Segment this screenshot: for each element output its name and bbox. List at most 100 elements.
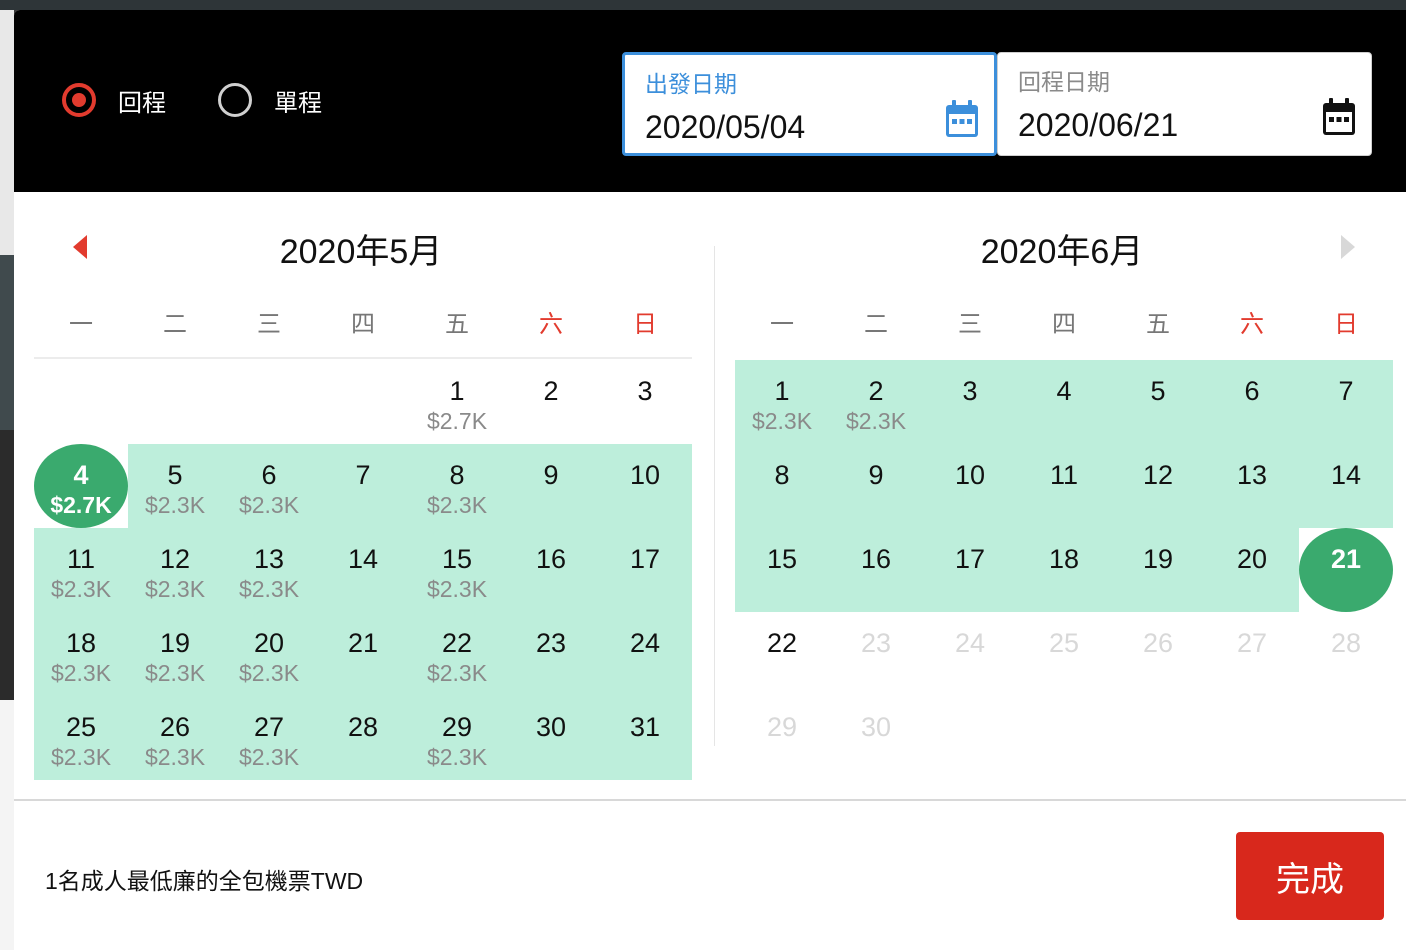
calendar-day[interactable]: 29 $2.3K <box>410 696 504 780</box>
month-divider <box>714 246 715 746</box>
calendar-icon[interactable] <box>1321 97 1357 137</box>
day-number: 16 <box>535 544 567 574</box>
calendar-day: 25 <box>1017 612 1111 696</box>
calendar-day[interactable]: 12 $2.3K <box>128 528 222 612</box>
calendar-day[interactable]: 7 <box>316 444 410 528</box>
one-way-radio[interactable]: 單程 <box>218 80 322 120</box>
calendar-day[interactable]: 10 <box>598 444 692 528</box>
calendar-day[interactable]: 21 <box>1299 528 1393 612</box>
calendar-day[interactable]: 2 $2.3K <box>829 360 923 444</box>
calendar-day[interactable]: 10 <box>923 444 1017 528</box>
day-price: $2.3K <box>144 492 206 518</box>
day-price: $2.3K <box>751 408 813 434</box>
calendar-day[interactable]: 25 $2.3K <box>34 696 128 780</box>
day-number: 4 <box>73 460 89 490</box>
calendar-day[interactable]: 4 $2.7K <box>34 444 128 528</box>
calendar-day[interactable]: 5 $2.3K <box>128 444 222 528</box>
next-month-arrow-icon[interactable] <box>1332 232 1362 262</box>
day-number: 6 <box>1244 376 1260 406</box>
day-number: 1 <box>449 376 465 406</box>
day-number: 18 <box>65 628 97 658</box>
day-number: 29 <box>441 712 473 742</box>
departure-date-label: 出發日期 <box>645 71 737 97</box>
date-picker-modal: 回程 單程 出發日期 2020/05/04 回程日期 2020/06/21 20… <box>14 10 1406 950</box>
calendar-day[interactable]: 3 <box>598 360 692 444</box>
calendar-day[interactable]: 17 <box>923 528 1017 612</box>
weekday-divider <box>34 357 692 359</box>
day-number: 5 <box>167 460 183 490</box>
day-price: $2.3K <box>426 660 488 686</box>
calendar-day[interactable]: 12 <box>1111 444 1205 528</box>
calendar-icon[interactable] <box>944 99 980 139</box>
departure-date-field[interactable]: 出發日期 2020/05/04 <box>622 52 997 156</box>
calendar-day[interactable]: 17 <box>598 528 692 612</box>
day-number: 27 <box>253 712 285 742</box>
calendar-day[interactable]: 9 <box>829 444 923 528</box>
calendar-day[interactable]: 24 <box>598 612 692 696</box>
day-number: 6 <box>261 460 277 490</box>
day-number: 26 <box>159 712 191 742</box>
day-number: 1 <box>774 376 790 406</box>
calendar-day[interactable]: 20 <box>1205 528 1299 612</box>
weekday-label: 四 <box>1052 311 1076 338</box>
calendar-day[interactable]: 30 <box>504 696 598 780</box>
day-number: 14 <box>347 544 379 574</box>
calendar-day[interactable]: 4 <box>1017 360 1111 444</box>
return-date-field[interactable]: 回程日期 2020/06/21 <box>997 52 1372 156</box>
calendar-day[interactable]: 22 $2.3K <box>410 612 504 696</box>
day-number: 26 <box>1142 628 1174 658</box>
calendar-day[interactable]: 5 <box>1111 360 1205 444</box>
calendar-day[interactable]: 11 $2.3K <box>34 528 128 612</box>
calendar-day[interactable]: 19 <box>1111 528 1205 612</box>
calendar-day[interactable]: 14 <box>316 528 410 612</box>
radio-checked-icon <box>62 83 96 117</box>
calendar-day[interactable]: 2 <box>504 360 598 444</box>
calendar-day[interactable]: 18 $2.3K <box>34 612 128 696</box>
calendar-day[interactable]: 21 <box>316 612 410 696</box>
calendar-day[interactable]: 18 <box>1017 528 1111 612</box>
day-number: 21 <box>347 628 379 658</box>
day-number: 19 <box>159 628 191 658</box>
calendar-day[interactable]: 1 $2.7K <box>410 360 504 444</box>
day-number: 14 <box>1330 460 1362 490</box>
month-title-june: 2020年6月 <box>980 233 1144 271</box>
day-number: 9 <box>543 460 559 490</box>
calendar-day[interactable]: 16 <box>504 528 598 612</box>
calendar-day[interactable]: 26 $2.3K <box>128 696 222 780</box>
calendar-day[interactable]: 28 <box>316 696 410 780</box>
calendar-day[interactable]: 6 <box>1205 360 1299 444</box>
calendar-day[interactable]: 9 <box>504 444 598 528</box>
calendar-day[interactable]: 13 <box>1205 444 1299 528</box>
round-trip-radio[interactable]: 回程 <box>62 80 166 120</box>
calendar-day[interactable]: 20 $2.3K <box>222 612 316 696</box>
weekday-label: 一 <box>69 311 93 338</box>
day-number: 22 <box>766 628 798 658</box>
done-button[interactable]: 完成 <box>1236 832 1384 920</box>
calendar-day: 30 <box>829 696 923 780</box>
calendar-day: 27 <box>1205 612 1299 696</box>
calendar-day[interactable]: 13 $2.3K <box>222 528 316 612</box>
calendar-day[interactable]: 3 <box>923 360 1017 444</box>
calendar-day[interactable]: 1 $2.3K <box>735 360 829 444</box>
calendar-day[interactable]: 16 <box>829 528 923 612</box>
calendar-day[interactable]: 14 <box>1299 444 1393 528</box>
weekday-label-sunday: 日 <box>633 311 657 338</box>
day-number: 3 <box>637 376 653 406</box>
calendar-day[interactable]: 22 <box>735 612 829 696</box>
calendar-day[interactable]: 6 $2.3K <box>222 444 316 528</box>
prev-month-arrow-icon[interactable] <box>66 232 96 262</box>
calendar-day[interactable]: 31 <box>598 696 692 780</box>
calendar-day[interactable]: 11 <box>1017 444 1111 528</box>
calendar-day[interactable]: 7 <box>1299 360 1393 444</box>
calendar-day[interactable]: 15 $2.3K <box>410 528 504 612</box>
calendar-day: 29 <box>735 696 829 780</box>
calendar-day[interactable]: 19 $2.3K <box>128 612 222 696</box>
calendar-day[interactable]: 8 $2.3K <box>410 444 504 528</box>
day-number: 13 <box>1236 460 1268 490</box>
background-strip <box>0 0 1406 10</box>
calendar-day[interactable]: 8 <box>735 444 829 528</box>
calendar-day[interactable]: 27 $2.3K <box>222 696 316 780</box>
calendar-day[interactable]: 23 <box>504 612 598 696</box>
calendar-day[interactable]: 15 <box>735 528 829 612</box>
day-number: 25 <box>1048 628 1080 658</box>
